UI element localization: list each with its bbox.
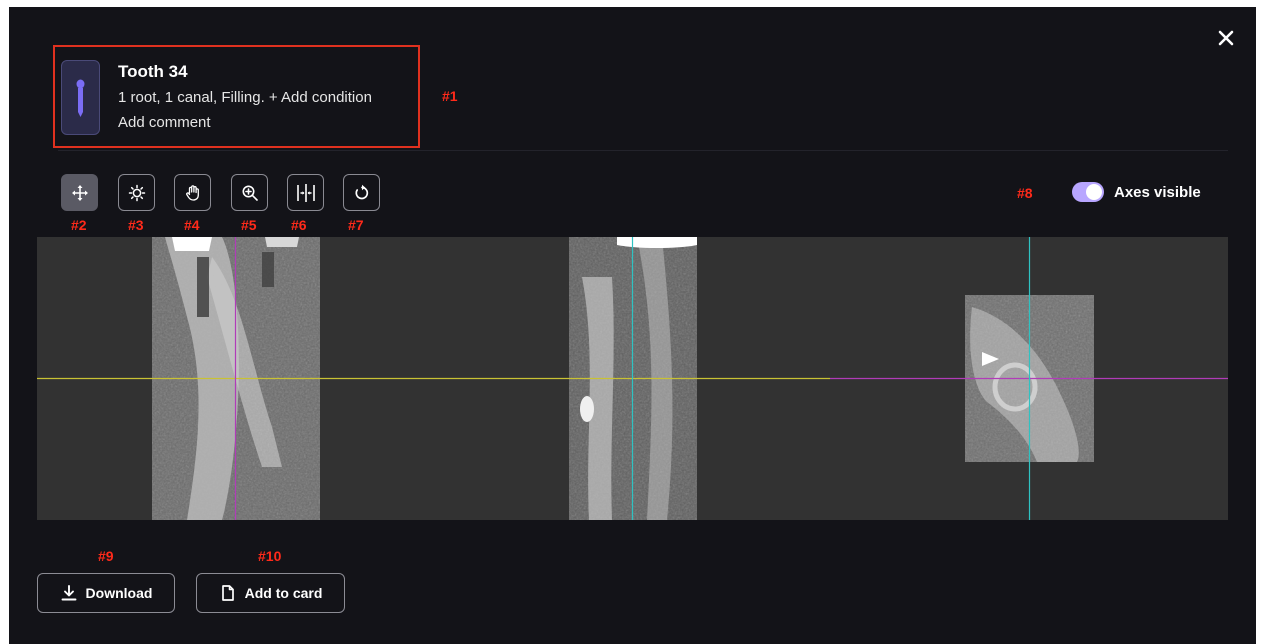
- download-button[interactable]: Download: [37, 573, 175, 613]
- annotation-label-5: #5: [241, 217, 257, 233]
- annotation-label-10: #10: [258, 548, 282, 564]
- annotation-label-9: #9: [98, 548, 114, 564]
- hand-icon: [185, 184, 199, 201]
- tooth-icon: [76, 79, 85, 117]
- measure-tool-button[interactable]: [287, 174, 324, 211]
- reset-tool-button[interactable]: [343, 174, 380, 211]
- rotate-icon: [355, 184, 368, 199]
- annotation-label-8: #8: [1017, 185, 1033, 201]
- pan-tool-button[interactable]: [174, 174, 211, 211]
- brightness-icon: [128, 184, 145, 201]
- brightness-tool-button[interactable]: [118, 174, 155, 211]
- download-label: Download: [85, 585, 153, 601]
- download-icon: [61, 585, 76, 601]
- annotation-label-6: #6: [291, 217, 307, 233]
- tooth-description: 1 root, 1 canal, Filling.: [118, 89, 265, 106]
- close-icon: [1218, 30, 1234, 46]
- move-arrows-icon: [71, 184, 88, 201]
- zoom-tool-button[interactable]: [231, 174, 268, 211]
- axes-visible-label: Axes visible: [1114, 184, 1201, 201]
- annotation-label-3: #3: [128, 217, 144, 233]
- header-divider: [58, 150, 1228, 151]
- move-tool-button[interactable]: [61, 174, 98, 211]
- axes-visible-toggle[interactable]: [1072, 182, 1104, 202]
- close-button[interactable]: [1216, 28, 1236, 48]
- add-condition-link[interactable]: + Add condition: [269, 89, 372, 106]
- annotation-label-4: #4: [184, 217, 200, 233]
- tooth-title: Tooth 34: [118, 62, 188, 81]
- tooth-thumbnail[interactable]: [61, 60, 100, 135]
- annotation-label-1: #1: [442, 88, 458, 104]
- add-comment-link[interactable]: Add comment: [118, 114, 211, 131]
- document-icon: [221, 585, 234, 601]
- annotation-label-2: #2: [71, 217, 87, 233]
- annotation-label-7: #7: [348, 217, 364, 233]
- add-to-card-button[interactable]: Add to card: [196, 573, 345, 613]
- cbct-viewer[interactable]: [37, 237, 1228, 520]
- tooth-conditions: 1 root, 1 canal, Filling. + Add conditio…: [118, 89, 372, 106]
- ruler-split-icon: [296, 183, 315, 202]
- toggle-knob: [1086, 184, 1102, 200]
- add-to-card-label: Add to card: [244, 585, 323, 601]
- zoom-in-icon: [242, 185, 258, 201]
- cbct-slices: [37, 237, 1228, 520]
